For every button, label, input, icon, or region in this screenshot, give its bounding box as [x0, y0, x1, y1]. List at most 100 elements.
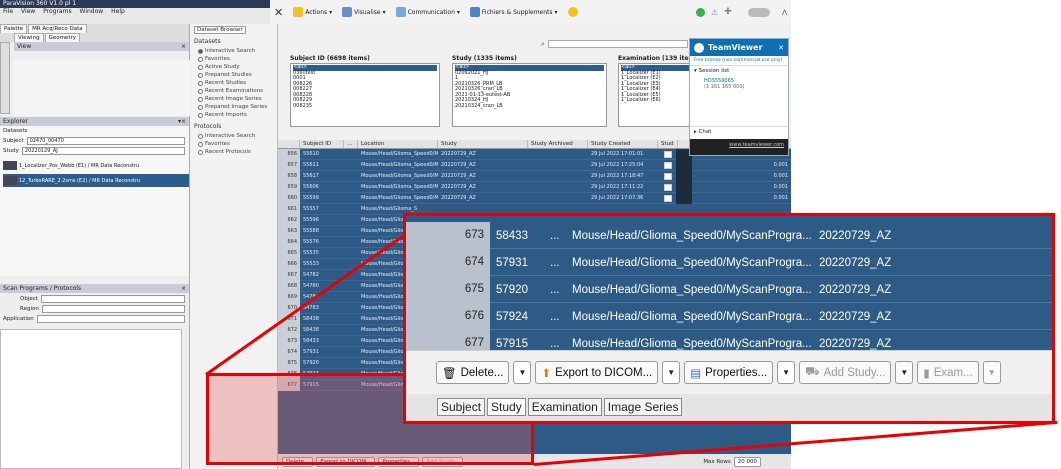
list-item[interactable]: 008235	[293, 103, 437, 110]
dataset-option[interactable]: Favorites	[194, 55, 273, 63]
dataset-option[interactable]: Recent Studies	[194, 79, 273, 87]
close-toolbar-button[interactable]: ✕	[274, 6, 283, 19]
pin-icon[interactable]: ▾⨯	[178, 118, 186, 125]
table-row[interactable]: 65755611 Mouse/Head/Glioma_Speed0/MyScanP…	[278, 159, 791, 171]
datasets-options: Interactive Search Favorites Active Study P…	[194, 47, 273, 119]
fichiers-label: Fichiers & Supplements	[481, 8, 553, 16]
explorer-title-bar: Explorer ▾⨯	[0, 117, 189, 126]
add-study-button[interactable]: ⛟ Add Study...	[799, 361, 892, 384]
fichiers-menu[interactable]: Fichiers & Supplements ▾	[469, 7, 558, 17]
table-row[interactable]: 66055599 Mouse/Head/Glioma_Speed0/MyScanP…	[278, 192, 791, 204]
protocol-option[interactable]: Interactive Search	[194, 132, 273, 140]
chat-header[interactable]: ▸ Chat	[690, 126, 788, 137]
menu-file[interactable]: File	[3, 8, 13, 15]
row-number: 666	[278, 258, 300, 270]
dataset-option[interactable]: Recent Examinations	[194, 87, 273, 95]
application-select[interactable]	[36, 315, 185, 323]
panel-close-icon[interactable]: ⨯	[181, 43, 186, 50]
grid-column-header[interactable]: Study Archived	[528, 140, 588, 148]
properties-dropdown[interactable]: ▼	[777, 361, 796, 384]
exam-list[interactable]: <all> 1_Localizer (E1) 1_Localizer (E2) 1_L…	[618, 63, 696, 127]
table-row[interactable]: 65855617 Mouse/Head/Glioma_Speed0/MyScanP…	[278, 170, 791, 182]
zoom-table-row[interactable]: 673 58433... Mouse/Head/Glioma_Speed0/MySc…	[406, 222, 1052, 249]
grid-column-header[interactable]: Subject ID	[300, 140, 344, 148]
row-subject-id: 55588	[303, 228, 319, 234]
zoom-table-row[interactable]: 676 57924... Mouse/Head/Glioma_Speed0/MySc…	[406, 303, 1052, 330]
teamviewer-link[interactable]: www.teamviewer.com	[690, 139, 788, 155]
status-plus-icon: ✚	[724, 7, 732, 17]
dataset-option[interactable]: Prepared Image Series	[194, 103, 273, 111]
grid-column-header[interactable]: Study Created	[588, 140, 658, 148]
visualise-menu[interactable]: Visualise ▾	[342, 7, 386, 17]
row-value: 0.001	[773, 195, 788, 201]
max-rows-input[interactable]: 20 000	[733, 456, 761, 467]
menu-programs[interactable]: Programs	[43, 8, 71, 15]
export-label: Export to DICOM...	[555, 366, 653, 379]
export-dropdown[interactable]: ▼	[662, 361, 681, 384]
subject-list[interactable]: <all> 0360test 0001 008226 008227 008228 00822…	[290, 63, 440, 127]
series-item-2[interactable]: 12_TurboRARE_2.2sms (E2) / MR Data Recon…	[3, 174, 189, 187]
communication-menu[interactable]: Communication ▾	[395, 7, 460, 17]
scan-programs-list[interactable]	[0, 329, 182, 469]
series-item-1[interactable]: 1_Localizer_Pos_Webb (E1) / MR Data Reco…	[3, 159, 189, 172]
dataset-option[interactable]: Prepared Studies	[194, 71, 273, 79]
row-study: 20220729_AZ	[819, 256, 892, 269]
protocol-option[interactable]: Favorites	[194, 140, 273, 148]
session-item[interactable]: HOS559065 (1 161 165 000)	[690, 76, 788, 92]
tab-geometry[interactable]: Geometry	[44, 33, 80, 42]
actions-menu[interactable]: Actions ▾	[293, 7, 332, 17]
list-item[interactable]: 20210324_cran_LB	[455, 103, 604, 110]
tab-subject[interactable]: Subject	[437, 398, 486, 416]
row-location: Mouse/Head/Glioma_Speed0/MyScanProgra	[361, 195, 438, 201]
tab-examination[interactable]: Examination	[527, 398, 602, 416]
grid-column-header[interactable]: ...	[344, 140, 358, 148]
row-study: 20220729_AZ	[819, 337, 892, 350]
list-item[interactable]: 1_Localizer (E6)	[621, 97, 693, 104]
grid-column-header[interactable]: Study	[438, 140, 528, 148]
menu-window[interactable]: Window	[80, 8, 104, 15]
zoomed-grid[interactable]: 673 58433... Mouse/Head/Glioma_Speed0/MySc…	[406, 216, 1052, 357]
dataset-option[interactable]: Interactive Search	[194, 47, 273, 55]
tab-mr-data[interactable]: MR Acq/Reco Data	[28, 24, 87, 33]
protocol-options: Interactive Search Favorites Recent Protoc…	[194, 132, 273, 156]
study-list[interactable]: <all> 02092021_HJ 1 20210326_PRM_LB 20210326…	[452, 63, 607, 127]
menu-help[interactable]: Help	[111, 8, 125, 15]
dataset-option[interactable]: Recent Imports	[194, 111, 273, 119]
smiley-button[interactable]	[567, 7, 578, 17]
tab-viewing[interactable]: Viewing	[14, 33, 44, 42]
protocol-option[interactable]: Recent Protocols	[194, 148, 273, 156]
delete-dropdown[interactable]: ▼	[513, 361, 532, 384]
session-list-header[interactable]: ▾ Session list	[690, 65, 788, 76]
grid-column-header[interactable]: Location	[358, 140, 438, 148]
grid-column-header[interactable]: Stud	[658, 140, 678, 148]
row-subject-id: 58438	[303, 327, 319, 333]
max-rows-label: Max Rows	[703, 458, 731, 465]
add-study-dropdown[interactable]: ▼	[895, 361, 914, 384]
subject-select[interactable]: 02470_00470	[26, 137, 185, 145]
visualization-side-tab[interactable]	[0, 42, 10, 114]
dataset-option[interactable]: Recent Image Series	[194, 95, 273, 103]
tab-palette[interactable]: Palette	[0, 24, 28, 33]
delete-button[interactable]: 🗑 Delete...	[436, 361, 510, 384]
tab-study[interactable]: Study	[487, 398, 526, 416]
table-row[interactable]: 65955606 Mouse/Head/Glioma_Speed0/MyScanP…	[278, 181, 791, 193]
dataset-option[interactable]: Active Study	[194, 63, 273, 71]
zoomed-tab-bar: Subject Study Examination Image Series	[406, 394, 1052, 421]
study-select[interactable]: 20220129_AJ	[21, 147, 185, 155]
close-icon[interactable]: ✕	[778, 44, 784, 52]
filter-field[interactable]: ⌕	[541, 40, 688, 48]
dataset-browser-tab[interactable]: Dataset Browser	[194, 26, 246, 34]
exam-dropdown[interactable]: ▼	[982, 361, 1001, 384]
zoom-table-row[interactable]: 674 57931... Mouse/Head/Glioma_Speed0/MySc…	[406, 249, 1052, 276]
export-dicom-button[interactable]: ⬆ Export to DICOM...	[535, 361, 659, 384]
panel-close-icon[interactable]: ⨯	[181, 285, 186, 292]
exam-button[interactable]: ▮ Exam...	[917, 361, 979, 384]
zoom-table-row[interactable]: 675 57920... Mouse/Head/Glioma_Speed0/MySc…	[406, 276, 1052, 303]
menu-view[interactable]: View	[21, 8, 35, 15]
object-select[interactable]	[40, 295, 185, 303]
dataset-option-label: Prepared Studies	[205, 72, 252, 78]
region-select[interactable]	[41, 305, 185, 313]
tab-image-series[interactable]: Image Series	[603, 398, 683, 416]
properties-button[interactable]: ▤ Properties...	[684, 361, 774, 384]
row-ellipsis: ...	[550, 229, 560, 242]
